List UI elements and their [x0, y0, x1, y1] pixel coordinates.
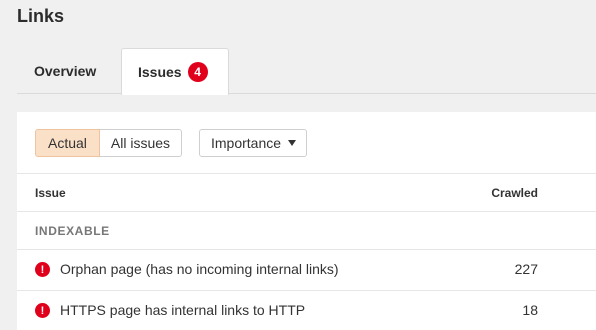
importance-dropdown-label: Importance: [211, 135, 282, 151]
crawled-count[interactable]: 227: [515, 261, 538, 277]
actual-toggle-button[interactable]: Actual: [35, 129, 100, 157]
importance-dropdown[interactable]: Importance: [199, 129, 308, 157]
group-label: INDEXABLE: [35, 224, 110, 238]
table-header: Issue Crawled: [17, 173, 596, 211]
page-title: Links: [17, 6, 65, 26]
table-row[interactable]: ! HTTPS page has internal links to HTTP …: [17, 290, 596, 330]
error-circle-icon: !: [35, 262, 50, 277]
tab-overview[interactable]: Overview: [17, 48, 121, 94]
issues-count-badge: 4: [187, 62, 208, 82]
tab-bar: Overview Issues 4: [17, 48, 596, 95]
links-report-page: Links Overview Issues 4 Actual All issue…: [0, 0, 596, 330]
column-header-issue[interactable]: Issue: [35, 186, 66, 200]
issue-name[interactable]: HTTPS page has internal links to HTTP: [60, 302, 305, 318]
tab-issues[interactable]: Issues 4: [121, 48, 229, 95]
issue-name[interactable]: Orphan page (has no incoming internal li…: [60, 261, 339, 277]
tab-issues-label: Issues: [138, 64, 182, 80]
view-toggle: Actual All issues: [35, 129, 183, 157]
issues-panel: Actual All issues Importance Issue Crawl…: [17, 112, 596, 330]
table-row[interactable]: ! Orphan page (has no incoming internal …: [17, 249, 596, 290]
column-header-crawled[interactable]: Crawled: [491, 186, 538, 200]
group-header-indexable: INDEXABLE: [17, 211, 596, 249]
tab-overview-label: Overview: [34, 63, 97, 79]
all-issues-toggle-button[interactable]: All issues: [99, 129, 183, 157]
caret-down-icon: [288, 140, 297, 146]
error-circle-icon: !: [35, 303, 50, 318]
crawled-count[interactable]: 18: [522, 302, 538, 318]
